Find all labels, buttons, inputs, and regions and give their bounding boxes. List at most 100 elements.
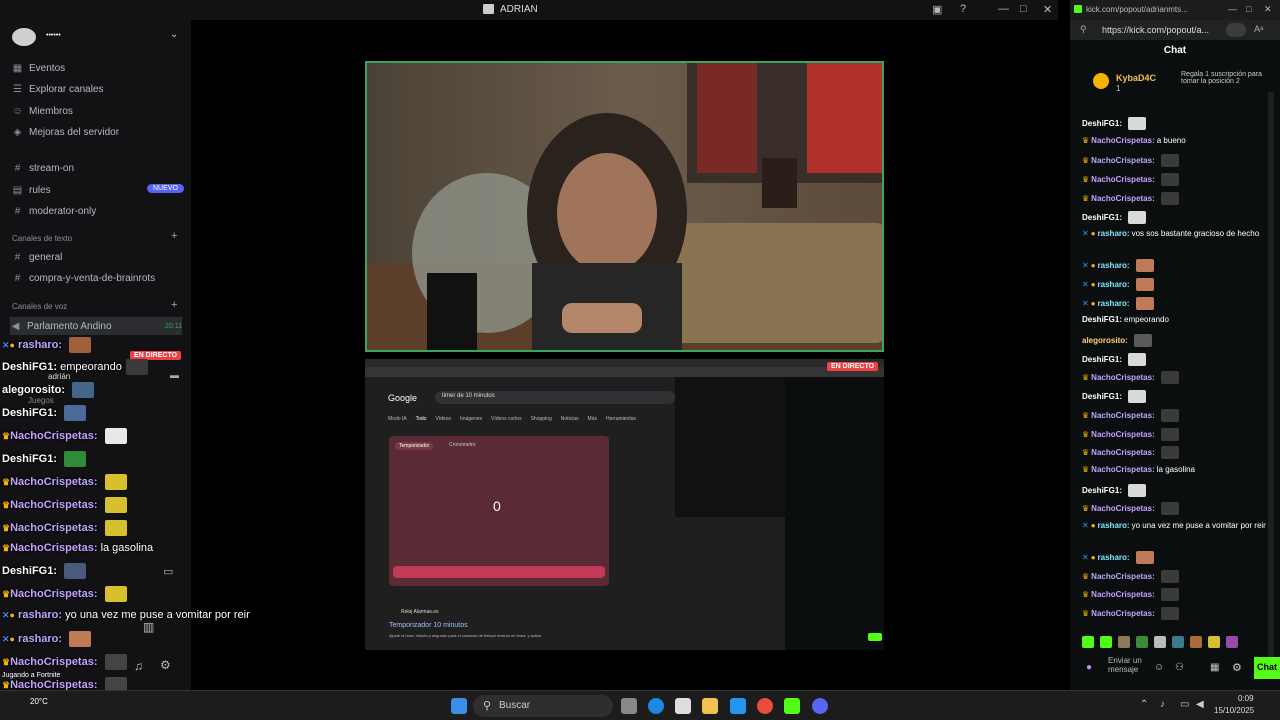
search-bar[interactable]: ⚲ Buscar: [473, 695, 613, 717]
emote-icon[interactable]: [1100, 636, 1112, 648]
volume-icon[interactable]: ◀: [1196, 699, 1204, 710]
stopwatch-tab[interactable]: Cronómetro: [449, 442, 475, 448]
discord-icon[interactable]: [812, 698, 828, 714]
users-icon[interactable]: ⚇: [1175, 662, 1184, 673]
emote-icon[interactable]: [1118, 636, 1130, 648]
minimize-button[interactable]: —: [1228, 4, 1237, 14]
webcam-stream[interactable]: [365, 61, 884, 352]
emote-icon[interactable]: [1226, 636, 1238, 648]
chat-username[interactable]: NachoCrispetas:: [1091, 194, 1155, 203]
chat-username[interactable]: NachoCrispetas:: [1091, 430, 1155, 439]
send-chat-button[interactable]: Chat: [1254, 657, 1280, 679]
kick-icon[interactable]: [784, 698, 800, 714]
overlay-chat-line: DeshiFG1:: [2, 563, 87, 579]
emote-icon: [104, 520, 127, 536]
tab[interactable]: Noticias: [561, 416, 579, 422]
minimize-button[interactable]: —: [998, 3, 1009, 15]
chat-username[interactable]: NachoCrispetas:: [1091, 609, 1155, 618]
clock-time[interactable]: 0:09: [1238, 694, 1254, 703]
chat-username[interactable]: NachoCrispetas:: [1091, 465, 1155, 474]
search-box[interactable]: timer de 10 minutos: [435, 391, 675, 404]
overlay-chat-user: rasharo:: [18, 338, 63, 351]
tab[interactable]: Vídeos cortos: [491, 416, 522, 422]
chat-username[interactable]: rasharo:: [1098, 553, 1130, 562]
emote-icon[interactable]: [1136, 636, 1148, 648]
site-info-icon[interactable]: ⚲: [1080, 24, 1087, 35]
chat-input[interactable]: ● Enviar un mensaje ☺: [1082, 656, 1172, 682]
emote-icon: [69, 337, 92, 353]
app-icon[interactable]: [730, 698, 746, 714]
emote-icon[interactable]: [1190, 636, 1202, 648]
close-button[interactable]: ✕: [1043, 3, 1052, 16]
chat-username[interactable]: NachoCrispetas:: [1091, 590, 1155, 599]
maximize-button[interactable]: □: [1246, 4, 1251, 14]
chat-username[interactable]: DeshiFG1:: [1082, 355, 1122, 364]
emote-icon[interactable]: [1172, 636, 1184, 648]
chat-username[interactable]: alegorosito:: [1082, 336, 1128, 345]
pinned-user[interactable]: KybaD4C: [1116, 73, 1156, 83]
tab[interactable]: Shopping: [531, 416, 552, 422]
kick-favicon: [1074, 5, 1082, 13]
chrome-icon[interactable]: [757, 698, 773, 714]
reader-icon[interactable]: Aᵃ: [1254, 24, 1263, 34]
chat-username[interactable]: rasharo:: [1098, 280, 1130, 289]
chat-username[interactable]: NachoCrispetas:: [1091, 411, 1155, 420]
result-title[interactable]: Temporizador 10 minutos: [389, 622, 468, 629]
chat-username[interactable]: rasharo:: [1098, 521, 1130, 530]
tracking-icon[interactable]: [1226, 23, 1246, 37]
emote-icon[interactable]: [1082, 636, 1094, 648]
crown-icon: ●: [9, 633, 15, 644]
chat-username[interactable]: NachoCrispetas:: [1091, 156, 1155, 165]
browser-tab[interactable]: kick.com/popout/adrianmts... — □ ✕: [1070, 0, 1280, 20]
microphone-icon[interactable]: ♪: [1160, 699, 1165, 710]
tab[interactable]: Herramientas: [606, 416, 636, 422]
chat-username[interactable]: DeshiFG1:: [1082, 119, 1122, 128]
crown-icon: ●: [1090, 521, 1096, 530]
tab[interactable]: Más: [588, 416, 597, 422]
chat-username[interactable]: rasharo:: [1098, 261, 1130, 270]
start-icon[interactable]: [451, 698, 467, 714]
clock-date[interactable]: 15/10/2025: [1214, 706, 1254, 715]
chat-username[interactable]: DeshiFG1:: [1082, 486, 1122, 495]
tab[interactable]: Modo IA: [388, 416, 407, 422]
chat-username[interactable]: NachoCrispetas:: [1091, 448, 1155, 457]
emoji-icon[interactable]: ☺: [1154, 662, 1164, 673]
screenshare-stream[interactable]: EN DIRECTO Google timer de 10 minutos Mo…: [365, 359, 884, 650]
emote-icon[interactable]: [1154, 636, 1166, 648]
overlay-chat-user: NachoCrispetas:: [10, 475, 98, 488]
pinned-count: 1: [1116, 84, 1121, 93]
timer-tab[interactable]: Temporizador: [395, 442, 434, 450]
chat-username[interactable]: rasharo:: [1098, 229, 1130, 238]
tab[interactable]: Vídeos: [435, 416, 451, 422]
folder-icon[interactable]: [702, 698, 718, 714]
chat-username[interactable]: DeshiFG1:: [1082, 213, 1122, 222]
tab[interactable]: Imágenes: [460, 416, 482, 422]
chat-username[interactable]: NachoCrispetas:: [1091, 504, 1155, 513]
close-button[interactable]: ✕: [1264, 4, 1272, 15]
chat-username[interactable]: NachoCrispetas:: [1091, 373, 1155, 382]
task-view-icon[interactable]: [621, 698, 637, 714]
emote-icon[interactable]: [1208, 636, 1220, 648]
inbox-icon[interactable]: ▣: [932, 3, 942, 16]
chat-username[interactable]: rasharo:: [1098, 299, 1130, 308]
tab[interactable]: Todo: [416, 416, 427, 422]
chat-username[interactable]: NachoCrispetas:: [1091, 175, 1155, 184]
stats-icon[interactable]: ▦: [1210, 662, 1219, 673]
chat-username[interactable]: DeshiFG1:: [1082, 392, 1122, 401]
overlay-chat-line: ♛NachoCrispetas:: [2, 520, 127, 536]
display-icon[interactable]: ▭: [1180, 699, 1189, 710]
start-button[interactable]: [393, 566, 605, 578]
address-bar[interactable]: ⚲ https://kick.com/popout/a... Aᵃ: [1070, 20, 1280, 40]
edge-icon[interactable]: [648, 698, 664, 714]
settings-gear-icon[interactable]: ⚙: [1232, 661, 1242, 674]
microphone-icon[interactable]: ●: [1086, 662, 1092, 673]
chat-username[interactable]: DeshiFG1:: [1082, 315, 1122, 324]
crown-icon: ●: [1090, 553, 1096, 562]
chat-scrollbar[interactable]: [1268, 92, 1274, 677]
store-icon[interactable]: [675, 698, 691, 714]
help-icon[interactable]: ?: [960, 3, 966, 15]
chat-username[interactable]: NachoCrispetas:: [1091, 136, 1155, 145]
maximize-button[interactable]: □: [1020, 3, 1027, 15]
chat-username[interactable]: NachoCrispetas:: [1091, 572, 1155, 581]
chevron-up-icon[interactable]: ⌃: [1140, 699, 1148, 710]
